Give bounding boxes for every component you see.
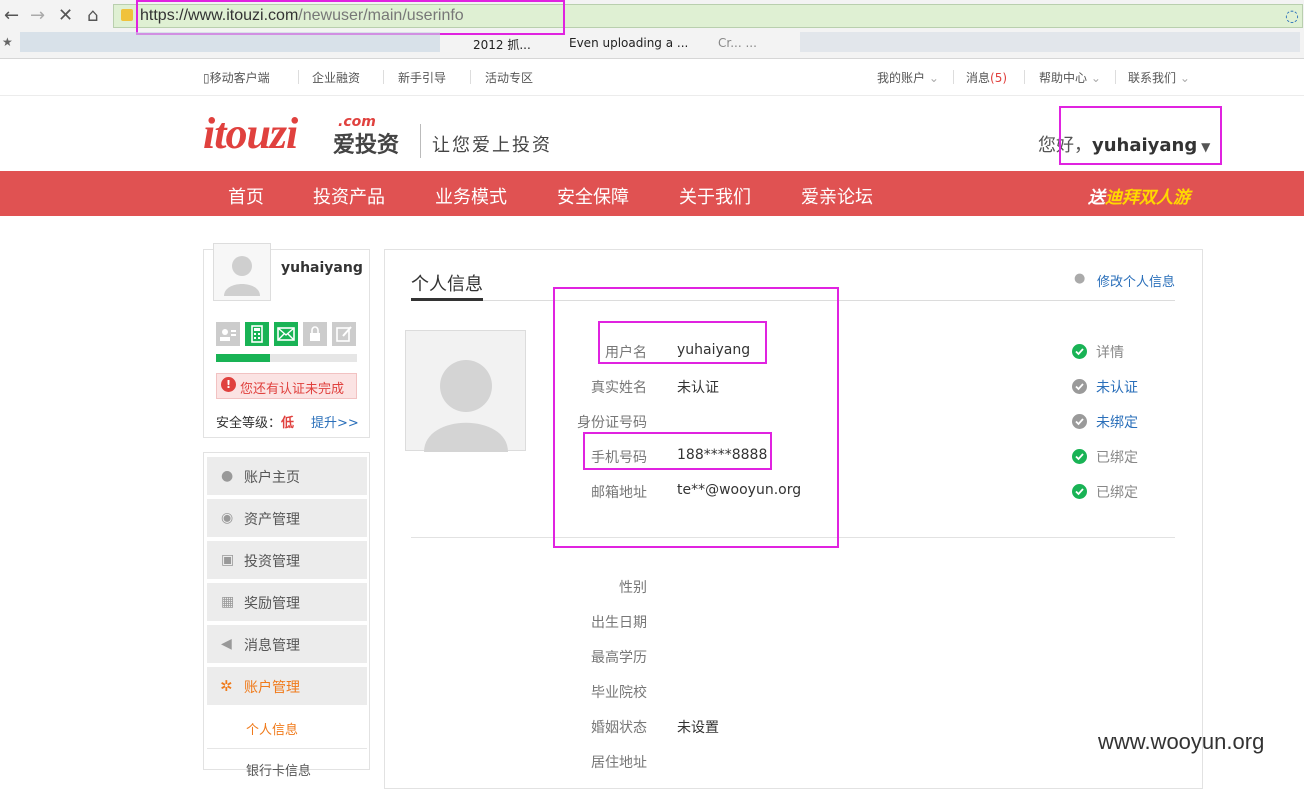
sidebar-username: yuhaiyang bbox=[281, 260, 363, 276]
divider bbox=[470, 70, 471, 84]
nav-home[interactable]: 首页 bbox=[228, 183, 264, 209]
sidebar-item-label: 投资管理 bbox=[244, 554, 300, 570]
profile-photo[interactable] bbox=[405, 330, 526, 452]
submenu-personal-info[interactable]: 个人信息 bbox=[246, 719, 298, 738]
guide-link[interactable]: 新手引导 bbox=[398, 69, 446, 86]
nav-forum[interactable]: 爱亲论坛 bbox=[801, 183, 873, 209]
divider bbox=[953, 70, 954, 84]
calculator-icon[interactable] bbox=[245, 322, 269, 346]
field-label: 婚姻状态 bbox=[591, 720, 647, 736]
field-status-link[interactable]: 已绑定 bbox=[1096, 447, 1138, 467]
promo-banner[interactable]: 送迪拜双人游 bbox=[1088, 183, 1190, 208]
nav-products[interactable]: 投资产品 bbox=[313, 183, 385, 209]
back-icon[interactable]: ← bbox=[4, 5, 19, 27]
title-underline bbox=[411, 298, 483, 301]
gift-icon: ▦ bbox=[221, 594, 235, 610]
id-card-icon[interactable] bbox=[216, 322, 240, 346]
chevron-down-icon: ⌄ bbox=[1176, 71, 1190, 85]
contact-menu[interactable]: 联系我们 ⌄ bbox=[1128, 69, 1190, 86]
message-count: (5) bbox=[990, 71, 1008, 85]
user-icon: ● bbox=[221, 468, 234, 484]
field-value: 未设置 bbox=[677, 720, 719, 736]
alert-icon: ! bbox=[221, 377, 236, 392]
security-level-label: 安全等级： bbox=[216, 416, 282, 431]
loading-icon: ◌ bbox=[1285, 6, 1299, 25]
logo-text[interactable]: itouzi bbox=[203, 108, 298, 159]
sidebar-item-label: 消息管理 bbox=[244, 638, 300, 654]
field-status-link[interactable]: 未认证 bbox=[1096, 377, 1138, 397]
speaker-icon: ◀ bbox=[221, 636, 232, 652]
help-menu[interactable]: 帮助中心 ⌄ bbox=[1039, 69, 1101, 86]
watermark: www.wooyun.org bbox=[1098, 729, 1265, 754]
page-title: 个人信息 bbox=[411, 274, 483, 295]
edit-profile-link[interactable]: 修改个人信息 bbox=[1097, 271, 1175, 290]
sidebar-item-label: 账户管理 bbox=[244, 680, 300, 696]
highlight-username bbox=[1059, 106, 1222, 165]
bookmark-star-icon[interactable]: ★ bbox=[2, 35, 13, 49]
divider bbox=[1024, 70, 1025, 84]
logo-divider bbox=[420, 124, 421, 158]
stop-icon[interactable]: ✕ bbox=[58, 5, 73, 27]
security-progress-fill bbox=[216, 354, 270, 362]
nav-business[interactable]: 业务模式 bbox=[435, 183, 507, 209]
field-label: 居住地址 bbox=[591, 755, 647, 771]
slogan: 让您爱上投资 bbox=[432, 135, 552, 156]
security-level-value: 低 bbox=[281, 416, 295, 431]
lock-warning-icon bbox=[121, 9, 133, 21]
avatar[interactable] bbox=[213, 243, 271, 301]
edit-icon[interactable] bbox=[332, 322, 356, 346]
mobile-client-link[interactable]: ▯移动客户端 bbox=[203, 69, 270, 86]
pending-circle-icon bbox=[1072, 414, 1087, 429]
sidebar-item-label: 奖励管理 bbox=[244, 596, 300, 612]
nav-about[interactable]: 关于我们 bbox=[679, 183, 751, 209]
my-account-menu[interactable]: 我的账户 ⌄ bbox=[877, 69, 939, 86]
check-circle-icon bbox=[1072, 484, 1087, 499]
check-circle-icon bbox=[1072, 449, 1087, 464]
email-icon[interactable] bbox=[274, 322, 298, 346]
lock-icon[interactable] bbox=[303, 322, 327, 346]
user-silhouette-icon bbox=[424, 360, 508, 452]
field-status-link[interactable]: 详情 bbox=[1096, 342, 1124, 362]
phone-icon: ▯ bbox=[203, 71, 210, 85]
chevron-down-icon: ⌄ bbox=[1087, 71, 1101, 85]
divider bbox=[383, 70, 384, 84]
forward-icon[interactable]: → bbox=[30, 5, 45, 27]
bookmark-blur-2 bbox=[800, 32, 1300, 52]
home-icon[interactable]: ⌂ bbox=[87, 5, 98, 27]
field-label: 最高学历 bbox=[591, 650, 647, 666]
bookmark-1[interactable]: 2012 抓... bbox=[473, 36, 531, 53]
upgrade-link[interactable]: 提升>> bbox=[311, 412, 359, 431]
enterprise-link[interactable]: 企业融资 bbox=[312, 69, 360, 86]
warning-text: 您还有认证未完成 bbox=[240, 382, 345, 397]
divider bbox=[298, 70, 299, 84]
nav-security[interactable]: 安全保障 bbox=[557, 183, 629, 209]
pending-circle-icon bbox=[1072, 379, 1087, 394]
bookmark-3[interactable]: Cr... ... bbox=[718, 36, 757, 50]
save-icon: ▣ bbox=[221, 552, 235, 568]
field-label: 毕业院校 bbox=[591, 685, 647, 701]
check-circle-icon bbox=[1072, 344, 1087, 359]
bookmark-blur bbox=[20, 32, 440, 52]
highlight-username-field bbox=[598, 321, 767, 364]
user-silhouette-icon bbox=[224, 256, 260, 296]
field-label: 性别 bbox=[619, 580, 647, 596]
sidebar-item-label: 资产管理 bbox=[244, 512, 300, 528]
edit-user-icon: ● bbox=[1074, 271, 1086, 286]
messages-link[interactable]: 消息(5) bbox=[966, 69, 1007, 86]
divider bbox=[1115, 70, 1116, 84]
divider bbox=[207, 748, 367, 749]
chevron-down-icon: ⌄ bbox=[925, 71, 939, 85]
logo-cn: 爱投资 bbox=[333, 133, 400, 158]
events-link[interactable]: 活动专区 bbox=[485, 69, 533, 86]
highlight-phone-field bbox=[583, 432, 772, 470]
sidebar-item-label: 账户主页 bbox=[244, 470, 300, 486]
field-status-link[interactable]: 未绑定 bbox=[1096, 412, 1138, 432]
gear-icon: ✲ bbox=[220, 677, 233, 695]
highlight-url bbox=[136, 0, 565, 35]
utility-bar bbox=[0, 59, 1304, 96]
field-label: 出生日期 bbox=[591, 615, 647, 631]
field-status-link[interactable]: 已绑定 bbox=[1096, 482, 1138, 502]
coins-icon: ◉ bbox=[221, 510, 234, 526]
bookmark-2[interactable]: Even uploading a ... bbox=[569, 36, 688, 50]
